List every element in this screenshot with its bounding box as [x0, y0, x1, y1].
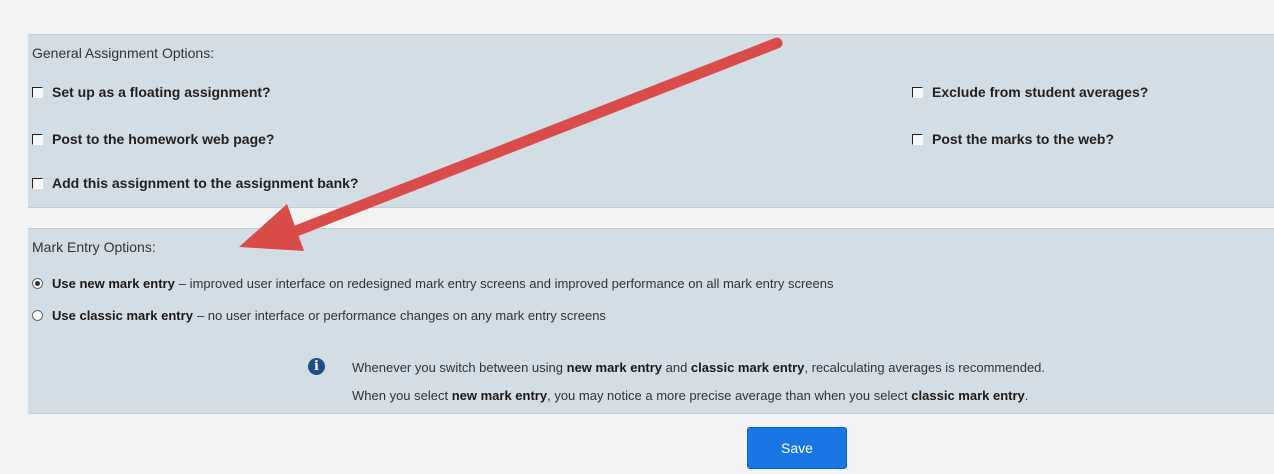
- info-text: , you may notice a more precise average …: [547, 388, 912, 403]
- exclude-averages-checkbox[interactable]: Exclude from student averages?: [912, 84, 1148, 100]
- mark-entry-options-panel: Mark Entry Options: Use new mark entry –…: [28, 228, 1274, 414]
- info-emphasis: new mark entry: [566, 360, 662, 375]
- checkbox-box[interactable]: [32, 86, 43, 98]
- info-emphasis: new mark entry: [451, 388, 548, 403]
- checkbox-box[interactable]: [32, 133, 43, 145]
- checkbox-label: Exclude from student averages?: [932, 84, 1149, 100]
- info-text: When you select: [352, 388, 452, 403]
- checkbox-box[interactable]: [912, 133, 923, 145]
- info-icon: i: [308, 358, 325, 375]
- radio-button-selected[interactable]: [32, 278, 43, 289]
- general-options-title: General Assignment Options:: [32, 45, 215, 61]
- floating-assignment-checkbox[interactable]: Set up as a floating assignment?: [32, 84, 271, 100]
- radio-label: Use classic mark entry: [52, 308, 193, 323]
- checkbox-label: Add this assignment to the assignment ba…: [52, 175, 359, 191]
- post-homework-checkbox[interactable]: Post to the homework web page?: [32, 131, 274, 147]
- mark-entry-title: Mark Entry Options:: [32, 239, 156, 255]
- info-text: , recalculating averages is recommended.: [804, 360, 1046, 375]
- general-options-panel: General Assignment Options: Set up as a …: [28, 34, 1274, 208]
- radio-label: Use new mark entry: [52, 276, 175, 291]
- checkbox-label: Post the marks to the web?: [932, 131, 1115, 147]
- radio-button[interactable]: [32, 310, 43, 321]
- checkbox-box[interactable]: [32, 177, 43, 189]
- info-text: .: [1024, 388, 1029, 403]
- checkbox-label: Set up as a floating assignment?: [52, 84, 271, 100]
- save-button[interactable]: Save: [747, 427, 847, 469]
- info-message-line-2: When you select new mark entry, you may …: [352, 388, 1028, 403]
- new-mark-entry-radio[interactable]: Use new mark entry – improved user inter…: [32, 276, 833, 291]
- checkbox-label: Post to the homework web page?: [52, 131, 275, 147]
- info-text: and: [662, 360, 691, 375]
- checkbox-box[interactable]: [912, 86, 923, 98]
- classic-mark-entry-radio[interactable]: Use classic mark entry – no user interfa…: [32, 308, 606, 323]
- radio-description: – no user interface or performance chang…: [196, 308, 606, 323]
- info-message-line-1: Whenever you switch between using new ma…: [352, 360, 1045, 375]
- info-emphasis: classic mark entry: [911, 388, 1025, 403]
- post-marks-web-checkbox[interactable]: Post the marks to the web?: [912, 131, 1114, 147]
- info-emphasis: classic mark entry: [690, 360, 805, 375]
- assignment-bank-checkbox[interactable]: Add this assignment to the assignment ba…: [32, 175, 358, 191]
- info-text: Whenever you switch between using: [352, 360, 567, 375]
- radio-description: – improved user interface on redesigned …: [178, 276, 834, 291]
